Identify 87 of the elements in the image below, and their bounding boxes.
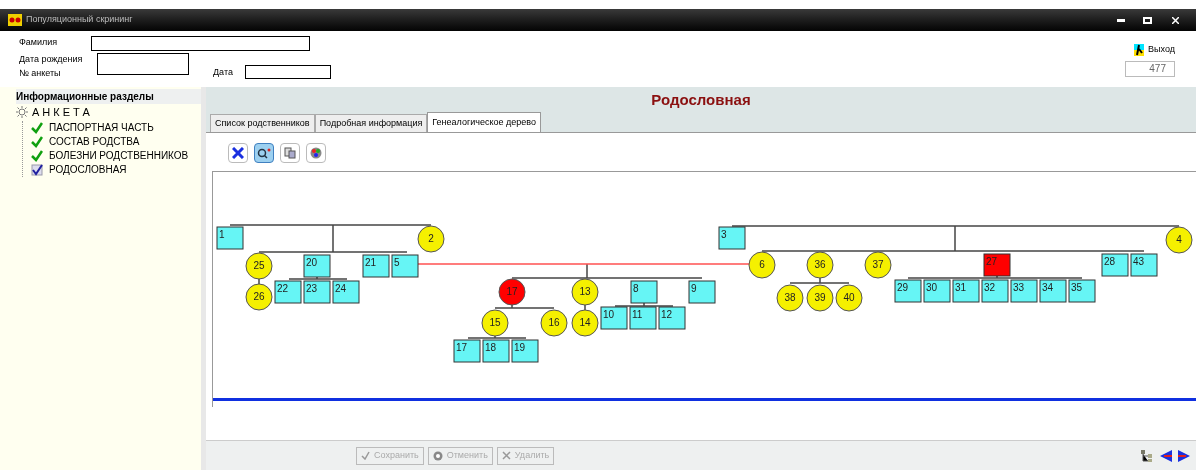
male-node[interactable]: 19 — [511, 339, 539, 363]
search-icon — [257, 147, 271, 159]
sun-icon — [16, 106, 28, 119]
male-node[interactable]: 32 — [981, 279, 1009, 303]
walking-person-icon — [1134, 43, 1145, 56]
tree-root[interactable]: АНКЕТА — [32, 104, 93, 121]
female-node[interactable]: 15 — [481, 309, 509, 337]
copy-toolbar-button[interactable] — [280, 143, 300, 163]
female-node[interactable]: 26 — [245, 283, 273, 311]
male-node[interactable]: 17 — [453, 339, 481, 363]
male-node[interactable]: 10 — [600, 306, 628, 330]
field-label: № анкеты — [19, 66, 62, 80]
surname-field[interactable] — [91, 35, 310, 51]
panel-title: Родословная — [650, 89, 752, 110]
tree-item[interactable]: СОСТАВ РОДСТВА — [31, 134, 189, 149]
copy-icon — [284, 147, 296, 159]
delete-toolbar-button[interactable] — [228, 143, 248, 163]
female-node[interactable]: 14 — [571, 309, 599, 337]
male-node[interactable]: 29 — [894, 279, 922, 303]
cross-icon — [501, 451, 511, 460]
male-node[interactable]: 34 — [1039, 279, 1067, 303]
female-node[interactable]: 4 — [1165, 226, 1193, 254]
male-node[interactable]: 30 — [923, 279, 951, 303]
female-node[interactable]: 16 — [540, 309, 568, 337]
male-node[interactable]: 31 — [952, 279, 980, 303]
female-node[interactable]: 6 — [748, 251, 776, 279]
tree-icon — [1140, 448, 1154, 463]
female-node[interactable]: 2 — [417, 225, 445, 253]
tree-item[interactable]: ПАСПОРТНАЯ ЧАСТЬ — [31, 120, 189, 135]
male-node[interactable]: 21 — [362, 254, 390, 278]
connector-line — [584, 304, 586, 311]
checkbox-check-icon — [31, 163, 43, 176]
palette-icon — [310, 147, 322, 159]
tab[interactable]: Список родственников — [210, 114, 315, 132]
female-node[interactable]: 39 — [806, 284, 834, 312]
palette-toolbar-button[interactable] — [306, 143, 326, 163]
check-icon — [31, 135, 43, 148]
right-arrow-icon — [1177, 448, 1191, 463]
search-toolbar-button[interactable] — [254, 143, 274, 163]
check-icon — [361, 451, 370, 460]
birthdate-field[interactable] — [97, 53, 189, 75]
male-node[interactable]: 8 — [630, 280, 658, 304]
connector-line — [258, 278, 260, 285]
undo-icon — [432, 450, 443, 461]
male-node[interactable]: 27 — [983, 253, 1011, 277]
check-icon — [31, 149, 43, 162]
female-node[interactable]: 13 — [571, 278, 599, 306]
male-node[interactable]: 35 — [1068, 279, 1096, 303]
female-node[interactable]: 17 — [498, 278, 526, 306]
field-label: Дата рождения — [19, 53, 84, 66]
male-node[interactable]: 23 — [303, 280, 331, 304]
tab[interactable]: Генеалогическое дерево — [427, 112, 541, 132]
maximize-icon — [1142, 16, 1152, 24]
male-node[interactable]: 11 — [629, 306, 657, 330]
tab[interactable]: Подробная информация — [314, 114, 428, 132]
tree-item[interactable]: РОДОСЛОВНАЯ — [31, 162, 189, 177]
male-node[interactable]: 3 — [718, 226, 746, 250]
female-node[interactable]: 25 — [245, 252, 273, 280]
female-node[interactable]: 37 — [864, 251, 892, 279]
female-node[interactable]: 38 — [776, 284, 804, 312]
check-icon — [31, 121, 43, 134]
male-node[interactable]: 28 — [1101, 253, 1129, 277]
date-field[interactable] — [245, 65, 331, 79]
cross-icon — [232, 147, 244, 159]
male-node[interactable]: 1 — [216, 226, 244, 250]
field-label: Дата — [213, 65, 234, 79]
app-icon — [8, 14, 22, 26]
male-node[interactable]: 12 — [658, 306, 686, 330]
male-node[interactable]: 5 — [391, 254, 419, 278]
male-node[interactable]: 33 — [1010, 279, 1038, 303]
male-node[interactable]: 43 — [1130, 253, 1158, 277]
male-node[interactable]: 22 — [274, 280, 302, 304]
number-field[interactable]: 477 — [1125, 60, 1175, 77]
male-node[interactable]: 20 — [303, 254, 331, 278]
window-title: Популяционный скрининг — [26, 13, 133, 27]
close-icon — [1171, 16, 1179, 24]
male-node[interactable]: 18 — [482, 339, 510, 363]
minimize-icon — [1117, 18, 1125, 22]
male-node[interactable]: 24 — [332, 280, 360, 304]
sidebar-title: Информационные разделы — [16, 89, 201, 104]
female-node[interactable]: 40 — [835, 284, 863, 312]
field-label: Фамилия — [19, 36, 59, 50]
left-arrow-icon — [1159, 448, 1173, 463]
female-node[interactable]: 36 — [806, 251, 834, 279]
tree-item[interactable]: БОЛЕЗНИ РОДСТВЕННИКОВ — [31, 148, 189, 163]
male-node[interactable]: 9 — [688, 280, 716, 304]
exit-button[interactable]: Выход — [1134, 43, 1175, 57]
